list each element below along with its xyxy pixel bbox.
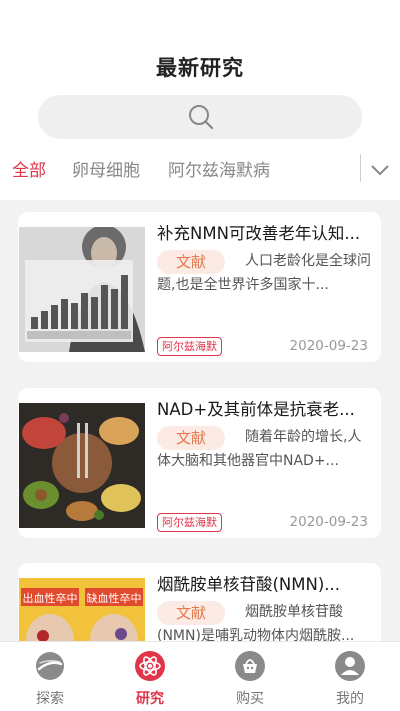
- search-bar[interactable]: [38, 95, 362, 139]
- article-summary-text: 烟酰胺单核苷酸(NMN)是哺乳动物体内烟酰胺...: [157, 604, 355, 644]
- shopping-basket-icon: [235, 651, 265, 681]
- bottom-nav: 探索 研究 购买 我的: [0, 641, 400, 711]
- article-tag[interactable]: 阿尔兹海默: [157, 513, 222, 532]
- header: 最新研究 全部 卵母细胞 阿尔兹海默病: [0, 0, 400, 200]
- research-atom-icon: [135, 651, 165, 681]
- thumb-label-ischemic: 缺血性卒中: [87, 591, 142, 605]
- search-icon: [189, 105, 214, 130]
- explore-icon: [36, 652, 64, 680]
- article-summary-text: 人口老龄化是全球问题,也是全世界许多国家十...: [157, 253, 371, 293]
- article-title: 烟酰胺单核苷酸(NMN)...: [157, 575, 341, 594]
- article-date: 2020-09-23: [289, 514, 368, 530]
- nav-explore[interactable]: 探索: [20, 650, 80, 708]
- nav-label: 我的: [336, 691, 364, 707]
- article-summary: 随着年龄的增长,人体大脑和其他器官中NAD+...: [157, 425, 373, 473]
- article-date: 2020-09-23: [289, 338, 368, 354]
- nav-research[interactable]: 研究: [120, 650, 180, 708]
- article-summary-text: 随着年龄的增长,人体大脑和其他器官中NAD+...: [157, 429, 362, 469]
- tab-all[interactable]: 全部: [12, 156, 46, 181]
- article-title: 补充NMN可改善老年认知...: [157, 224, 361, 243]
- profile-icon: [335, 651, 365, 681]
- chevron-down-icon[interactable]: [368, 158, 392, 182]
- article-card[interactable]: NAD+及其前体是抗衰老... 文献 随着年龄的增长,人体大脑和其他器官中NAD…: [18, 388, 381, 538]
- tab-oocyte[interactable]: 卵母细胞: [72, 156, 140, 181]
- article-summary: 人口老龄化是全球问题,也是全世界许多国家十...: [157, 249, 373, 297]
- nav-label: 探索: [36, 691, 64, 707]
- tab-divider: [360, 154, 361, 182]
- nav-profile[interactable]: 我的: [320, 650, 380, 708]
- thumb-label-hemorrhagic: 出血性卒中: [23, 591, 78, 605]
- page-title: 最新研究: [156, 56, 244, 80]
- article-tag[interactable]: 阿尔兹海默: [157, 337, 222, 356]
- tab-alzheimers[interactable]: 阿尔兹海默病: [168, 156, 270, 181]
- nav-buy[interactable]: 购买: [220, 650, 280, 708]
- category-tabs: 全部 卵母细胞 阿尔兹海默病: [0, 150, 400, 188]
- nav-label: 研究: [136, 691, 164, 707]
- article-thumbnail: [19, 227, 145, 352]
- article-card[interactable]: 补充NMN可改善老年认知... 文献 人口老龄化是全球问题,也是全世界许多国家十…: [18, 212, 381, 362]
- article-title: NAD+及其前体是抗衰老...: [157, 400, 355, 419]
- article-thumbnail: [19, 403, 145, 528]
- nav-label: 购买: [236, 691, 264, 707]
